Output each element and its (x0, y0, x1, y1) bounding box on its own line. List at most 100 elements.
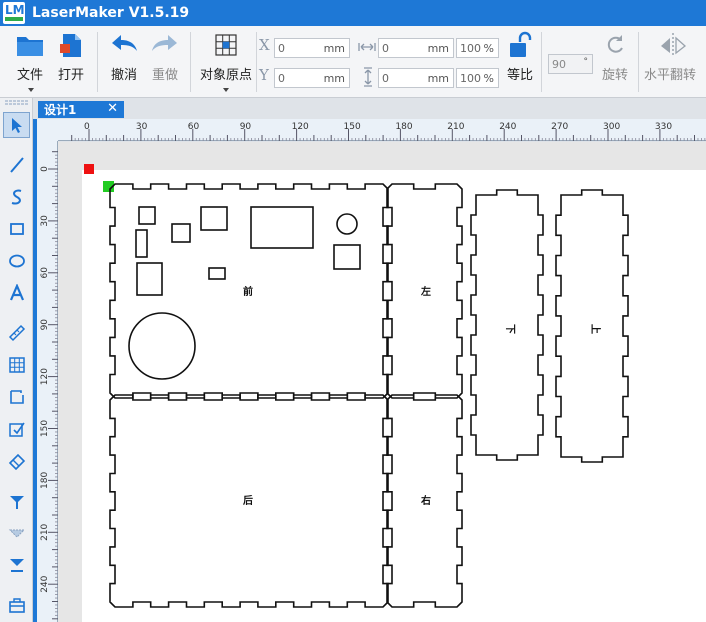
array-tool[interactable] (3, 352, 30, 378)
front-cutout[interactable] (135, 229, 148, 258)
ruler-label: 90 (240, 122, 252, 132)
rotate-button[interactable]: 旋转 (598, 30, 632, 83)
object-origin-label: 对象原点 (199, 68, 252, 83)
vertical-ruler-ticks: 0 30 60 90 120 150 180 210 240 (40, 151, 58, 620)
tab-design-1[interactable]: 设计1 ✕ (38, 101, 124, 118)
height-field[interactable]: 0 mm (378, 68, 454, 88)
horizontal-ruler-ticks: 0 30 60 90 120 150 180 210 240 270 300 330 (71, 122, 706, 141)
toolbar-divider (190, 32, 191, 92)
document-tab-bar: 设计1 ✕ (33, 98, 706, 118)
origin-marker[interactable] (84, 164, 94, 174)
front-cutout[interactable] (336, 213, 358, 235)
proportional-label: 等比 (506, 68, 533, 83)
front-cutout[interactable] (128, 312, 196, 380)
panels-layer: 前 左下 上后 右 (109, 183, 629, 608)
layer-down-tool[interactable] (3, 488, 30, 514)
ruler-label: 120 (292, 122, 309, 132)
proportional-lock-button[interactable]: 等比 (503, 30, 537, 83)
flip-horizontal-icon (661, 33, 687, 57)
front-cutout[interactable] (171, 223, 191, 243)
angle-value: 90 (552, 57, 566, 71)
close-tab-icon[interactable]: ✕ (107, 101, 118, 116)
front-cutout[interactable] (250, 206, 314, 249)
ruler-label: 330 (655, 122, 672, 132)
front-cutout[interactable] (333, 244, 361, 270)
angle-field[interactable]: 90 ° (548, 54, 593, 74)
panel-label-bottom: 下 (504, 324, 516, 334)
open-button[interactable]: 打开 (54, 30, 88, 83)
panel-label-back: 后 (243, 494, 253, 507)
ruler-label: 30 (40, 215, 50, 227)
drawing-area[interactable]: 前 左下 上后 右 (58, 142, 706, 622)
design-canvas[interactable]: 前 左下 上后 右 (58, 142, 706, 622)
x-position-value: 0 (278, 41, 285, 55)
origin-dropdown-caret[interactable] (223, 88, 229, 92)
ruler-label: 210 (40, 523, 50, 540)
redo-button[interactable]: 重做 (148, 30, 182, 83)
x-position-unit: mm (323, 41, 345, 55)
x-position-field[interactable]: 0 mm (274, 38, 350, 58)
app-logo: LM (3, 2, 25, 24)
file-button[interactable]: 文件 (12, 30, 48, 83)
select-tool[interactable] (3, 112, 30, 138)
ruler-label: 210 (447, 122, 464, 132)
open-file-icon (60, 34, 81, 57)
offset-tool[interactable] (3, 384, 30, 410)
select-arrow-icon (11, 118, 22, 133)
front-cutout[interactable] (136, 262, 163, 296)
text-icon (9, 284, 24, 301)
toolbar-divider (638, 32, 639, 92)
rectangle-tool[interactable] (3, 216, 30, 242)
toolbar: 文件 打开 撤消 重做 对象原点 X 0 mm Y 0 mm 0 mm 0 mm… (0, 26, 706, 98)
ellipse-tool[interactable] (3, 248, 30, 274)
front-cutout[interactable] (200, 206, 228, 231)
layer-bottom-icon (9, 559, 24, 572)
rectangle-icon (9, 223, 24, 235)
ruler-label: 240 (499, 122, 516, 132)
width-percent-unit: % (483, 41, 494, 55)
height-percent-field[interactable]: 100 % (456, 68, 499, 88)
edit-tool[interactable] (3, 416, 30, 442)
front-cutout[interactable] (138, 206, 156, 225)
app-logo-text: LM (5, 3, 25, 17)
redo-label: 重做 (151, 68, 178, 83)
app-title: LaserMaker V1.5.19 (32, 5, 190, 21)
y-position-field[interactable]: 0 mm (274, 68, 350, 88)
measure-tool[interactable] (3, 320, 30, 346)
toolbox-tool[interactable] (3, 592, 30, 618)
panel-label-front: 前 (243, 285, 253, 298)
width-field[interactable]: 0 mm (378, 38, 454, 58)
curve-tool[interactable] (3, 184, 30, 210)
object-origin-button[interactable]: 对象原点 (196, 30, 256, 83)
toolbar-divider (256, 32, 257, 92)
angle-unit: ° (583, 57, 589, 67)
eraser-tool[interactable] (3, 448, 30, 474)
ruler-label: 150 (344, 122, 361, 132)
toolbar-divider (97, 32, 98, 92)
width-percent-field[interactable]: 100 % (456, 38, 499, 58)
ruler-icon (8, 324, 25, 342)
layer-down-icon (9, 496, 24, 509)
layer-middle-tool[interactable] (3, 520, 30, 546)
file-dropdown-caret[interactable] (28, 88, 34, 92)
ruler-label: 270 (551, 122, 568, 132)
layer-middle-icon (8, 529, 25, 538)
flip-horizontal-button[interactable]: 水平翻转 (644, 30, 706, 83)
height-arrow-icon (364, 67, 372, 87)
rect-dashed-icon (9, 390, 24, 404)
undo-button[interactable]: 撤消 (107, 30, 141, 83)
layer-bottom-tool[interactable] (3, 552, 30, 578)
ruler-label: 60 (40, 267, 50, 279)
width-value: 0 (382, 41, 389, 55)
width-arrow-icon (358, 43, 376, 51)
height-percent-value: 100 (460, 71, 481, 85)
line-tool[interactable] (3, 152, 30, 178)
y-position-unit: mm (323, 71, 345, 85)
ruler-corner (37, 119, 58, 141)
tab-label: 设计1 (44, 103, 77, 117)
text-tool[interactable] (3, 280, 30, 306)
front-cutout[interactable] (208, 267, 226, 280)
app-logo-bar (5, 17, 23, 21)
file-label: 文件 (16, 68, 43, 83)
width-percent-value: 100 (460, 41, 481, 55)
